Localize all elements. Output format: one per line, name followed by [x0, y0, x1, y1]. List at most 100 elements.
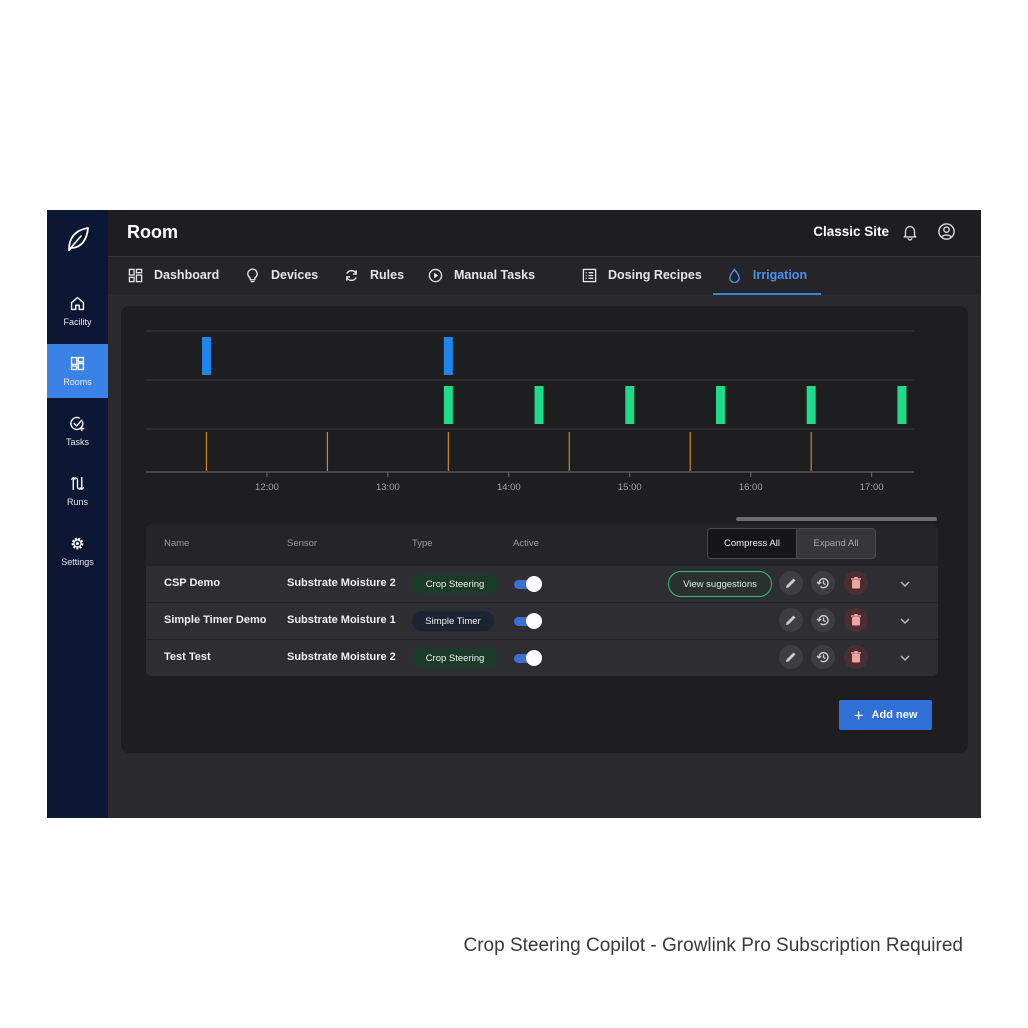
add-new-label: Add new	[871, 709, 918, 721]
tab-bar: Dashboard Devices Rules Manual Tasks Dos…	[108, 256, 981, 295]
sidebar-item-settings[interactable]: Settings	[47, 524, 108, 578]
tab-rules[interactable]: Rules	[344, 257, 404, 293]
app-window: Facility Rooms Tasks Runs Settings Room …	[47, 210, 981, 818]
delete-button[interactable]	[844, 608, 868, 632]
irrigation-timeline: 12:00 13:00 14:00 15:00 16:00 17:00	[146, 330, 914, 493]
delete-button[interactable]	[844, 571, 868, 595]
x-tick-label: 17:00	[860, 482, 884, 493]
row-sensor: Substrate Moisture 1	[287, 614, 396, 626]
chevron-down-icon[interactable]	[898, 651, 912, 665]
edit-button[interactable]	[779, 608, 803, 632]
irrigation-event-bar	[715, 386, 725, 424]
user-icon[interactable]	[937, 222, 956, 241]
column-name[interactable]: Name	[164, 538, 189, 549]
chevron-down-icon[interactable]	[898, 614, 912, 628]
chevron-down-icon[interactable]	[898, 577, 912, 591]
active-toggle[interactable]	[512, 576, 542, 592]
irrigation-event-bar	[443, 386, 453, 424]
sidebar-item-label: Facility	[63, 317, 92, 327]
lightbulb-icon	[247, 267, 258, 282]
row-sensor: Substrate Moisture 2	[287, 651, 396, 663]
leaf-logo[interactable]	[63, 224, 93, 254]
page-title: Room	[127, 222, 178, 242]
trash-icon	[851, 614, 861, 626]
row-name: Test Test	[164, 651, 211, 663]
tab-label: Dashboard	[154, 268, 220, 282]
plus-icon: +	[853, 705, 864, 725]
trash-icon	[851, 651, 861, 663]
x-tick-label: 14:00	[497, 482, 521, 493]
play-icon	[428, 268, 443, 282]
irrigation-event-bar	[443, 337, 453, 375]
caption: Crop Steering Copilot - Growlink Pro Sub…	[463, 935, 963, 956]
history-icon	[816, 577, 829, 589]
type-badge: Crop Steering	[412, 574, 498, 594]
tab-manual-tasks[interactable]: Manual Tasks	[428, 257, 535, 293]
active-toggle[interactable]	[512, 650, 542, 666]
tab-label: Rules	[370, 268, 405, 282]
expand-all-button[interactable]: Expand All	[796, 528, 876, 559]
trash-icon	[851, 577, 861, 589]
timeline-scrollbar[interactable]	[736, 517, 937, 521]
gear-icon	[71, 537, 84, 550]
table-row[interactable]: Simple Timer Demo Substrate Moisture 1 S…	[146, 602, 938, 639]
irrigation-event-bar	[897, 386, 907, 424]
edit-button[interactable]	[779, 571, 803, 595]
row-name: CSP Demo	[164, 577, 221, 589]
site-selector[interactable]: Classic Site	[813, 224, 889, 239]
add-new-button[interactable]: + Add new	[839, 700, 932, 730]
sidebar: Facility Rooms Tasks Runs Settings	[47, 210, 108, 818]
sidebar-item-label: Runs	[66, 497, 88, 507]
sidebar-item-facility[interactable]: Facility	[47, 284, 108, 338]
row-name: Simple Timer Demo	[164, 614, 267, 626]
type-badge: Simple Timer	[412, 611, 494, 631]
sidebar-item-runs[interactable]: Runs	[47, 464, 108, 518]
sidebar-item-label: Rooms	[63, 377, 92, 387]
irrigation-table: Name Sensor Type Active Compress All Exp…	[146, 524, 938, 676]
pencil-icon	[786, 578, 796, 588]
route-icon	[70, 476, 85, 491]
header: Room Classic Site	[108, 210, 981, 256]
tab-irrigation[interactable]: Irrigation	[713, 257, 821, 295]
irrigation-event-bar	[806, 386, 816, 424]
list-icon	[582, 268, 597, 282]
history-button[interactable]	[811, 608, 835, 632]
view-suggestions-button[interactable]: View suggestions	[668, 571, 772, 597]
tab-label: Irrigation	[752, 268, 808, 282]
x-tick-label: 16:00	[739, 482, 763, 493]
irrigation-event-bar	[625, 386, 635, 424]
grid-icon	[70, 356, 85, 371]
active-toggle[interactable]	[512, 613, 542, 629]
x-tick-label: 12:00	[255, 482, 279, 493]
type-badge: Crop Steering	[412, 648, 498, 668]
edit-button[interactable]	[779, 645, 803, 669]
column-sensor[interactable]: Sensor	[287, 538, 317, 549]
irrigation-event-bar	[534, 386, 544, 424]
tab-label: Dosing Recipes	[608, 268, 702, 282]
refresh-icon	[346, 269, 357, 281]
column-type[interactable]: Type	[412, 538, 433, 549]
history-button[interactable]	[811, 571, 835, 595]
tab-dosing-recipes[interactable]: Dosing Recipes	[582, 257, 702, 293]
table-row[interactable]: CSP Demo Substrate Moisture 2 Crop Steer…	[146, 565, 938, 602]
compress-all-button[interactable]: Compress All	[707, 528, 797, 559]
bell-icon[interactable]	[901, 223, 919, 241]
history-button[interactable]	[811, 645, 835, 669]
droplet-icon	[729, 268, 740, 283]
irrigation-card: 12:00 13:00 14:00 15:00 16:00 17:00 Name Sens…	[121, 306, 968, 753]
column-active[interactable]: Active	[513, 538, 539, 549]
x-tick-label: 13:00	[376, 482, 400, 493]
tab-dashboard[interactable]: Dashboard	[128, 257, 219, 293]
sidebar-item-tasks[interactable]: Tasks	[47, 404, 108, 458]
tab-label: Manual Tasks	[454, 268, 536, 282]
sidebar-item-label: Settings	[61, 557, 94, 567]
x-tick-label: 15:00	[618, 482, 642, 493]
pencil-icon	[786, 615, 796, 625]
tab-label: Devices	[271, 268, 319, 282]
table-row[interactable]: Test Test Substrate Moisture 2 Crop Stee…	[146, 639, 938, 676]
history-icon	[816, 651, 829, 663]
tab-devices[interactable]: Devices	[245, 257, 318, 293]
irrigation-event-bar	[201, 337, 211, 375]
sidebar-item-rooms[interactable]: Rooms	[47, 344, 108, 398]
delete-button[interactable]	[844, 645, 868, 669]
